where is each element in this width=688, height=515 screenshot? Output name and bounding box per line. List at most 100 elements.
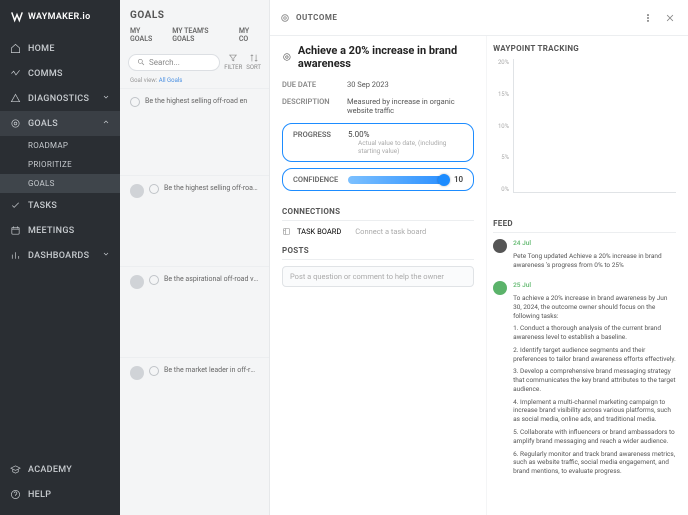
nav-help[interactable]: HELP (0, 482, 120, 507)
feed-text: 3. Develop a comprehensive brand messagi… (513, 367, 676, 393)
progress-box[interactable]: PROGRESS 5.00% Actual value to date, (in… (282, 123, 474, 162)
desc-label: DESCRIPTION (282, 97, 347, 115)
nav-goals[interactable]: GOALS (0, 111, 120, 136)
feed-text: To achieve a 20% increase in brand aware… (513, 294, 676, 320)
y-axis: 20% 15% 10% 5% 0% (493, 59, 509, 193)
nav-goals-sub[interactable]: GOALS (0, 174, 120, 193)
due-value: 30 Sep 2023 (347, 80, 474, 89)
confidence-slider[interactable] (348, 176, 448, 184)
nav-label: TASKS (28, 201, 57, 211)
outcome-icon (280, 13, 290, 23)
sort-label: SORT (246, 64, 261, 71)
nav-roadmap[interactable]: ROADMAP (0, 136, 120, 155)
goals-header: GOALS (120, 0, 269, 27)
progress-value: 5.00% (348, 130, 369, 139)
close-button[interactable] (662, 8, 678, 27)
nav-tasks[interactable]: TASKS (0, 193, 120, 218)
nav-bottom: ACADEMY HELP (0, 457, 120, 515)
panel-side: WAYPOINT TRACKING 20% 15% 10% 5% 0% FEED… (486, 36, 688, 515)
avatar (130, 366, 144, 380)
outcome-title: Achieve a 20% increase in brand awarenes… (298, 44, 474, 70)
comms-icon (10, 68, 21, 79)
progress-hint: Actual value to date, (including startin… (358, 139, 463, 155)
nav: HOME COMMS DIAGNOSTICS GOALS ROADMAP PRI… (0, 36, 120, 457)
goals-icon (10, 118, 21, 129)
sort-button[interactable]: SORT (246, 53, 261, 71)
confidence-value: 10 (454, 175, 463, 184)
outcome-icon (130, 97, 140, 107)
taskboard-icon (282, 227, 291, 236)
tab-my-goals[interactable]: MY GOALS (130, 27, 162, 43)
goal-title: Be the highest selling off-road en (145, 97, 259, 106)
avatar (130, 184, 144, 198)
academy-icon (10, 464, 21, 475)
detail-panel: OUTCOME Achieve a 20% increase in brand … (270, 0, 688, 515)
tracking-heading: WAYPOINT TRACKING (493, 44, 676, 53)
feed-text: 2. Identify target audience segments and… (513, 346, 676, 364)
list-item[interactable]: Be the highest selling off-road en (120, 88, 269, 115)
progress-label: PROGRESS (293, 130, 348, 139)
nav-comms[interactable]: COMMS (0, 61, 120, 86)
nav-label: DIAGNOSTICS (28, 94, 89, 104)
connect-taskboard-link[interactable]: Connect a task board (355, 227, 426, 236)
chevron-down-icon (102, 93, 110, 104)
nav-label: GOALS (28, 119, 58, 129)
feed-text: 5. Collaborate with influencers or brand… (513, 428, 676, 446)
goal-view-crumb: Goal view: All Goals (120, 75, 269, 88)
help-icon (10, 489, 21, 500)
avatar (493, 239, 507, 253)
feed-date: 24 Jul (513, 239, 531, 247)
goal-title: Be the aspirational off-road vehi for fa… (164, 275, 259, 284)
brand-text: WAYMAKER.io (28, 12, 90, 22)
confidence-box[interactable]: CONFIDENCE 10 (282, 168, 474, 191)
posts-heading: POSTS (282, 246, 474, 260)
outcome-icon (282, 51, 292, 63)
nav-label: MEETINGS (28, 226, 75, 236)
goals-list-pane: GOALS MY GOALS MY TEAM'S GOALS MY CO Sea… (120, 0, 270, 515)
filter-button[interactable]: FILTER (224, 53, 242, 71)
search-row: Search... FILTER SORT (120, 49, 269, 75)
tab-team-goals[interactable]: MY TEAM'S GOALS (172, 27, 229, 43)
more-button[interactable] (640, 8, 656, 27)
avatar (493, 281, 507, 295)
crumb-link[interactable]: All Goals (159, 77, 183, 84)
taskboard-row: TASK BOARD Connect a task board (282, 227, 474, 236)
filter-label: FILTER (224, 64, 242, 71)
feed-date: 25 Jul (513, 281, 531, 289)
search-icon (137, 58, 145, 66)
nav-diagnostics[interactable]: DIAGNOSTICS (0, 86, 120, 111)
feed-heading: FEED (493, 219, 676, 233)
list-item[interactable]: Be the market leader in off-road (120, 357, 269, 388)
brand-logo[interactable]: WAYMAKER.io (0, 0, 120, 36)
taskboard-label: TASK BOARD (297, 227, 341, 236)
goals-tabs: MY GOALS MY TEAM'S GOALS MY CO (120, 27, 269, 49)
tab-company-goals[interactable]: MY CO (239, 27, 259, 43)
post-input[interactable]: Post a question or comment to help the o… (282, 266, 474, 287)
meetings-icon (10, 225, 21, 236)
feed-item: 25 Jul To achieve a 20% increase in bran… (493, 281, 676, 480)
nav-home[interactable]: HOME (0, 36, 120, 61)
panel-tag: OUTCOME (296, 13, 337, 22)
nav-meetings[interactable]: MEETINGS (0, 218, 120, 243)
nav-academy[interactable]: ACADEMY (0, 457, 120, 482)
feed-text: 1. Conduct a thorough analysis of the cu… (513, 324, 676, 342)
waypoint-chart: 20% 15% 10% 5% 0% (493, 59, 676, 209)
feed-text: 4. Implement a multi-channel marketing c… (513, 398, 676, 424)
nav-dashboards[interactable]: DASHBOARDS (0, 243, 120, 268)
feed-text: Pete Tong updated Achieve a 20% increase… (513, 252, 676, 270)
home-icon (10, 43, 21, 54)
confidence-label: CONFIDENCE (293, 175, 348, 184)
outcome-icon (149, 184, 159, 194)
list-item[interactable]: Be the aspirational off-road vehi for fa… (120, 266, 269, 297)
list-item[interactable]: Be the highest selling off-road el (120, 175, 269, 206)
nav-label: HELP (28, 490, 51, 500)
goal-title: Be the market leader in off-road (164, 366, 259, 375)
feed-text: 6. Regularly monitor and track brand awa… (513, 450, 676, 476)
chevron-down-icon (102, 250, 110, 261)
search-placeholder: Search... (149, 58, 180, 67)
search-input[interactable]: Search... (128, 54, 220, 71)
nav-label: COMMS (28, 69, 63, 79)
avatar (130, 275, 144, 289)
desc-value: Measured by increase in organic website … (347, 97, 474, 115)
nav-prioritize[interactable]: PRIORITIZE (0, 155, 120, 174)
